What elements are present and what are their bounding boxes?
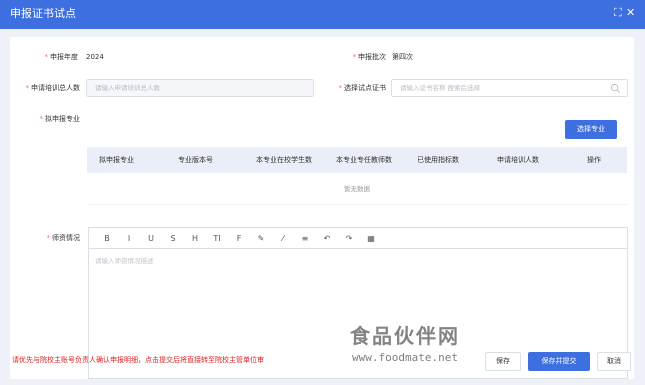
certificate-search-input[interactable]: 请输入证书名称 搜索后选择	[391, 79, 628, 97]
align-icon[interactable]: ≡	[299, 233, 311, 244]
table-icon[interactable]: ▦	[365, 233, 377, 244]
font-icon[interactable]: F	[233, 233, 245, 244]
column-header: 本专业专任教师数	[336, 156, 392, 164]
teachers-label: * 师资情况	[46, 234, 81, 242]
empty-text: 暂无数据	[344, 185, 370, 193]
watermark-url: www.foodmate.net	[352, 351, 458, 364]
pen-icon[interactable]: ✎	[255, 233, 267, 244]
dialog: 申报证书试点 ⛶ ✕ * 申报年度 2024 * 申报批次 第四次 * 申请培训总人数…	[0, 0, 645, 385]
editor-toolbar: B I U S H TI F ✎ ⁄ ≡ ↶ ↷ ▦	[89, 228, 627, 249]
teachers-placeholder: 请输入师资情况描述	[95, 257, 154, 265]
strikethrough-icon[interactable]: S	[167, 233, 179, 244]
cancel-button[interactable]: 取消	[597, 352, 631, 371]
column-header: 已使用指标数	[417, 156, 459, 164]
column-header: 专业版本号	[178, 156, 213, 164]
trainees-placeholder: 请输入申请培训总人数	[95, 84, 160, 92]
expand-icon[interactable]: ⛶	[614, 6, 622, 20]
undo-icon[interactable]: ↶	[321, 233, 333, 244]
italic-icon[interactable]: I	[123, 233, 135, 244]
majors-table-empty: 暂无数据	[87, 173, 627, 205]
batch-label: * 申报批次	[352, 53, 387, 61]
column-header: 拟申报专业	[99, 156, 134, 164]
column-header: 本专业在校学生数	[256, 156, 312, 164]
year-label: * 申报年度	[44, 53, 79, 61]
trainees-label: * 申请培训总人数	[25, 84, 81, 92]
close-icon[interactable]: ✕	[626, 6, 635, 20]
majors-label: * 拟申报专业	[39, 115, 81, 123]
dialog-header: 申报证书试点 ⛶ ✕	[0, 0, 645, 29]
certificate-label: * 选择试点证书	[338, 84, 387, 92]
save-submit-button[interactable]: 保存并提交	[528, 352, 590, 371]
bold-icon[interactable]: B	[101, 233, 113, 244]
form-card: * 申报年度 2024 * 申报批次 第四次 * 申请培训总人数 请输入申请培训总人数…	[10, 37, 634, 379]
submit-warning-text: 请优先与院校主账号负责人确认申报明细，点击提交后将直接转至院校主管单位审	[12, 356, 264, 364]
redo-icon[interactable]: ↷	[343, 233, 355, 244]
brush-icon[interactable]: ⁄	[277, 233, 289, 244]
year-value: 2024	[86, 53, 104, 61]
underline-icon[interactable]: U	[145, 233, 157, 244]
column-header: 申请培训人数	[497, 156, 539, 164]
certificate-placeholder: 请输入证书名称 搜索后选择	[400, 84, 481, 92]
text-size-icon[interactable]: TI	[211, 233, 223, 244]
save-button[interactable]: 保存	[485, 352, 521, 371]
trainees-input[interactable]: 请输入申请培训总人数	[86, 79, 314, 97]
select-major-button[interactable]: 选择专业	[565, 120, 617, 139]
batch-value: 第四次	[392, 53, 413, 61]
dialog-title: 申报证书试点	[10, 7, 76, 20]
dialog-body: * 申报年度 2024 * 申报批次 第四次 * 申请培训总人数 请输入申请培训总人数…	[0, 29, 645, 385]
heading-icon[interactable]: H	[189, 233, 201, 244]
column-header: 操作	[587, 156, 601, 164]
majors-table-header: 拟申报专业 专业版本号 本专业在校学生数 本专业专任教师数 已使用指标数 申请培…	[87, 147, 627, 173]
search-icon[interactable]	[610, 83, 621, 94]
watermark-logo-text: 食品伙伴网	[350, 324, 460, 348]
